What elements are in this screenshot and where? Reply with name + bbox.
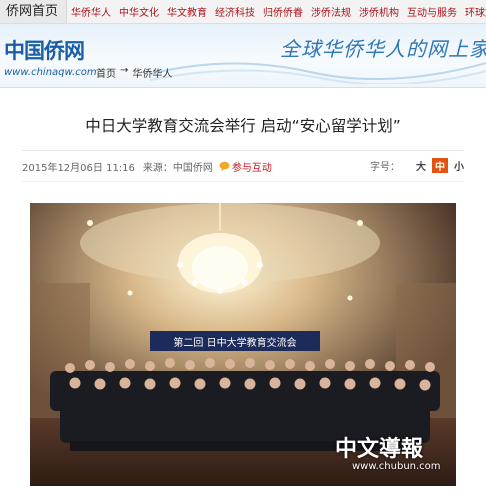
breadcrumb: 首页 → 华侨华人 <box>96 65 172 80</box>
font-size-large-button[interactable]: 大 <box>416 158 426 173</box>
watermark-url: www.chubun.com <box>352 461 441 472</box>
interact-link[interactable]: 参与互动 <box>219 159 272 174</box>
nav-link-education[interactable]: 华文教育 <box>163 4 211 19</box>
chat-bubble-icon <box>219 161 230 171</box>
photo-banner-text: 第二回 日中大学教育交流会 <box>173 338 297 349</box>
breadcrumb-arrow-icon: → <box>120 65 129 76</box>
nav-home-link[interactable]: 侨网首页 <box>0 0 68 23</box>
nav-link-returnees[interactable]: 归侨侨眷 <box>259 4 307 19</box>
site-slogan: 全球华侨华人的网上家园 <box>280 37 486 61</box>
site-header: 中国侨网 www.chinaqw.com 首页 → 华侨华人 全球华侨华人的网上… <box>0 24 486 88</box>
nav-link-institutions[interactable]: 涉侨机构 <box>355 4 403 19</box>
font-size-medium-button[interactable]: 中 <box>432 158 448 173</box>
nav-link-culture[interactable]: 中华文化 <box>115 4 163 19</box>
meta-divider <box>22 181 464 182</box>
font-size-control: 字号： 大 中 小 <box>370 158 464 173</box>
breadcrumb-section[interactable]: 华侨华人 <box>132 65 172 80</box>
article-meta: 2015年12月06日 11:16 来源：中国侨网 参与互动 字号： 大 中 小 <box>22 158 464 174</box>
article-source: 来源：中国侨网 <box>142 162 213 174</box>
watermark-logo: 中文導報 <box>335 436 424 462</box>
site-logo[interactable]: 中国侨网 <box>4 35 85 65</box>
article-title: 中日大学教育交流会举行 启动“安心留学计划” <box>85 117 401 135</box>
font-size-small-button[interactable]: 小 <box>454 158 464 173</box>
nav-link-laws[interactable]: 涉侨法规 <box>307 4 355 19</box>
top-nav: 侨网首页 华侨华人 中华文化 华文教育 经济科技 归侨侨眷 涉侨法规 涉侨机构 … <box>0 0 486 24</box>
nav-link-services[interactable]: 互动与服务 <box>403 4 461 19</box>
article-photo: 第二回 日中大学教育交流会 中文導報 www.chubun.com <box>30 203 456 486</box>
interact-label: 参与互动 <box>231 162 272 174</box>
site-url: www.chinaqw.com <box>4 67 97 78</box>
breadcrumb-home[interactable]: 首页 <box>96 65 116 80</box>
nav-link-travel[interactable]: 环球旅 <box>461 4 486 19</box>
nav-link-economy[interactable]: 经济科技 <box>211 4 259 19</box>
nav-link-huaqiao[interactable]: 华侨华人 <box>67 4 115 19</box>
title-divider <box>22 150 464 151</box>
article-date: 2015年12月06日 11:16 <box>22 162 135 174</box>
font-size-label: 字号： <box>370 162 400 173</box>
